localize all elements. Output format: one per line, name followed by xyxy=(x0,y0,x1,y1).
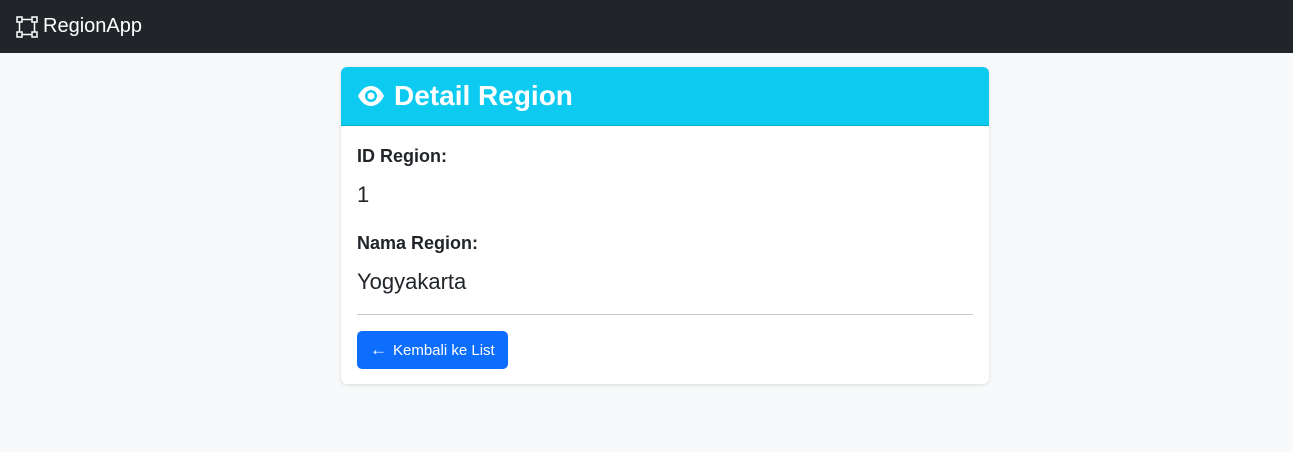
field-label: Nama Region: xyxy=(357,233,479,253)
page-title: Detail Region xyxy=(394,80,573,111)
card-body: ID Region: 1 Nama Region: Yogyakarta ← K… xyxy=(341,126,989,384)
field-label: ID Region: xyxy=(357,146,447,166)
divider xyxy=(357,314,973,315)
bounding-box-icon xyxy=(16,15,38,38)
card-header: Detail Region xyxy=(341,67,989,126)
detail-card: Detail Region ID Region: 1 Nama Region: … xyxy=(341,67,989,384)
brand-link[interactable]: RegionApp xyxy=(16,15,142,38)
field-value: 1 xyxy=(357,182,370,207)
brand-name: RegionApp xyxy=(43,15,142,37)
back-to-list-button[interactable]: ← Kembali ke List xyxy=(357,331,508,369)
eye-icon xyxy=(357,82,385,110)
field-nama-region: Nama Region: Yogyakarta xyxy=(357,231,973,296)
arrow-left-icon: ← xyxy=(370,340,387,359)
navbar: RegionApp xyxy=(0,0,1293,53)
field-id-region: ID Region: 1 xyxy=(357,144,973,209)
back-button-label: Kembali ke List xyxy=(393,341,495,359)
field-value: Yogyakarta xyxy=(357,269,467,294)
